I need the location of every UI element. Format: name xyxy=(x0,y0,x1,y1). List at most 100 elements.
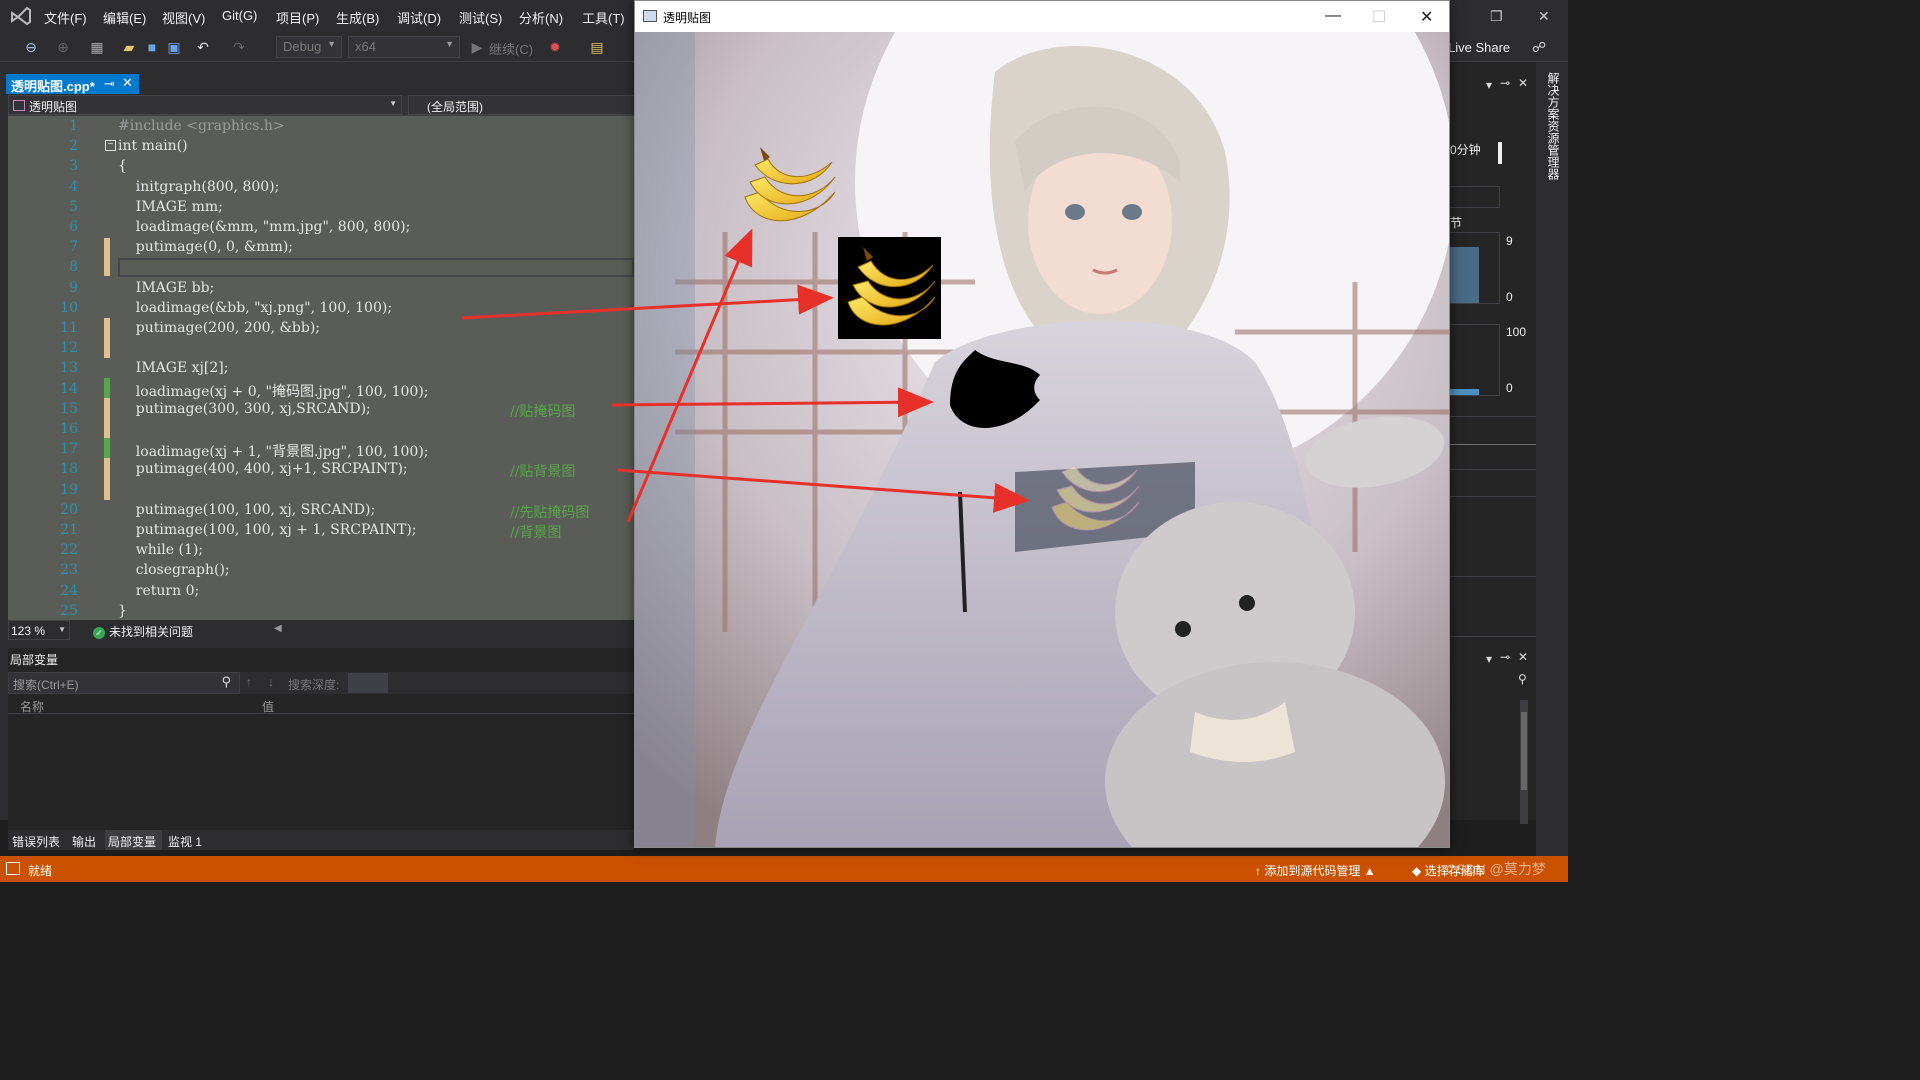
scope-dropdown[interactable]: (全局范围) xyxy=(408,95,636,115)
scroll-left-icon[interactable]: ◀ xyxy=(274,623,282,634)
tab-watch-1[interactable]: 监视 1 xyxy=(168,833,202,850)
change-marker xyxy=(104,458,110,500)
line-number: 9 xyxy=(69,279,78,296)
eye-left xyxy=(1065,204,1085,220)
folder-icon[interactable]: ▤ xyxy=(588,38,606,56)
new-project-icon[interactable]: ▦ xyxy=(88,38,106,56)
close-pane-icon[interactable]: ✕ xyxy=(1518,650,1528,664)
hot-reload-icon[interactable]: ✹ xyxy=(546,38,564,56)
close-pane-icon[interactable]: ✕ xyxy=(1518,76,1528,90)
menu-git[interactable]: Git(G) xyxy=(222,8,257,23)
solution-explorer-tab[interactable]: 解决方案资源管理器 xyxy=(1540,72,1562,180)
play-icon[interactable]: ▶ xyxy=(468,38,486,56)
close-window-icon[interactable]: ✕ xyxy=(1420,7,1433,27)
close-icon[interactable]: ✕ xyxy=(1538,8,1550,25)
menu-debug[interactable]: 调试(D) xyxy=(397,8,441,27)
code-line: putimage(300, 300, xj,SRCAND); xyxy=(118,400,371,417)
locals-search-placeholder: 搜索(Ctrl+E) xyxy=(13,678,79,692)
code-line: putimage(100, 100, xj + 1, SRCPAINT); xyxy=(118,522,417,538)
memory-chart xyxy=(1448,232,1500,304)
add-to-source-control-label: 添加到源代码管理 xyxy=(1264,864,1361,878)
open-folder-icon[interactable]: ▰ xyxy=(120,38,138,56)
config-select[interactable]: Debug ▼ xyxy=(276,36,342,58)
search-down-icon[interactable]: ↓ xyxy=(268,675,274,689)
line-number: 14 xyxy=(60,380,78,397)
document-tabstrip: 透明贴图.cpp* ⊸ ✕ xyxy=(6,74,636,94)
live-share-button[interactable]: Live Share xyxy=(1448,40,1510,55)
line-number: 23 xyxy=(60,562,78,579)
code-line: loadimage(xj + 0, "掩码图.jpg", 100, 100); xyxy=(118,383,429,400)
divider xyxy=(1448,496,1536,497)
zoom-dropdown[interactable]: 123 % ▼ xyxy=(8,620,70,640)
undo-icon[interactable]: ↶ xyxy=(194,38,212,56)
visual-studio-logo-icon xyxy=(11,6,31,26)
section-label: 节 xyxy=(1450,216,1463,230)
column-value: 值 xyxy=(262,700,275,714)
search-depth-select[interactable] xyxy=(348,673,388,693)
collapse-icon[interactable]: − xyxy=(105,140,116,151)
minimize-icon[interactable]: — xyxy=(1325,7,1341,25)
pane-dropdown-icon[interactable]: ▾ xyxy=(1486,78,1492,92)
tab-output[interactable]: 输出 xyxy=(72,833,96,850)
close-tab-icon[interactable]: ✕ xyxy=(122,75,133,91)
menu-tools[interactable]: 工具(T) xyxy=(582,8,625,27)
graphics-window: 透明贴图 — ☐ ✕ xyxy=(634,0,1450,848)
feedback-icon[interactable]: ☍ xyxy=(1530,38,1548,56)
graphics-window-titlebar: 透明贴图 — ☐ ✕ xyxy=(635,1,1449,32)
platform-select[interactable]: x64 ▼ xyxy=(348,36,460,58)
menu-build[interactable]: 生成(B) xyxy=(336,8,379,27)
change-marker xyxy=(104,318,110,358)
status-bar: 就绪 ↑ 添加到源代码管理 ▲ ◆ 选择存储库 CSDN @莫力梦 xyxy=(0,856,1568,882)
pane-dropdown-icon[interactable]: ▾ xyxy=(1486,652,1492,666)
menu-edit[interactable]: 编辑(E) xyxy=(103,8,146,27)
menu-file[interactable]: 文件(F) xyxy=(44,8,87,27)
menu-view[interactable]: 视图(V) xyxy=(162,8,205,27)
issues-indicator[interactable]: ✓ 未找到相关问题 xyxy=(93,623,193,640)
menu-analyze[interactable]: 分析(N) xyxy=(519,8,563,27)
add-to-source-control-button[interactable]: ↑ 添加到源代码管理 ▲ xyxy=(1255,862,1376,879)
scrollbar[interactable] xyxy=(1520,700,1528,824)
change-marker xyxy=(104,238,110,276)
restore-icon[interactable]: ❐ xyxy=(1490,8,1503,25)
side-tab-strip: 解决方案资源管理器 xyxy=(1536,62,1568,856)
pin-icon[interactable]: ⊸ xyxy=(1500,76,1510,90)
line-number: 2 xyxy=(69,138,78,155)
csdn-watermark: CSDN @莫力梦 xyxy=(1446,861,1546,877)
maximize-icon[interactable]: ☐ xyxy=(1372,7,1386,27)
line-number: 22 xyxy=(60,542,78,559)
code-editor[interactable]: − 1 2 3 4 5 6 7 8 9 10 11 12 13 14 15 16 17 18 19 20 21 22 23 2… xyxy=(8,116,634,620)
locals-header: 名称 值 xyxy=(8,696,634,714)
divider xyxy=(1448,444,1536,445)
document-tab[interactable]: 透明贴图.cpp* ⊸ ✕ xyxy=(6,74,139,94)
axis-tick: 100 xyxy=(1506,325,1527,339)
scope-name: (全局范围) xyxy=(427,100,483,114)
status-icon xyxy=(6,862,20,875)
code-line: IMAGE xj[2]; xyxy=(118,360,229,377)
locals-search-input[interactable]: 搜索(Ctrl+E) ⚲ xyxy=(8,672,240,694)
scrollbar-thumb[interactable] xyxy=(1521,712,1527,790)
pin-icon[interactable]: ⊸ xyxy=(104,76,115,92)
pin-icon[interactable]: ⊸ xyxy=(1500,650,1510,664)
redo-icon[interactable]: ↷ xyxy=(230,38,248,56)
divider xyxy=(1448,469,1536,470)
search-icon[interactable]: ⚲ xyxy=(1518,672,1527,686)
code-comment: //贴掩码图 xyxy=(510,403,576,420)
divider xyxy=(1448,576,1536,577)
project-dropdown[interactable]: 透明贴图 ▼ xyxy=(8,95,402,115)
save-icon[interactable]: ■ xyxy=(143,38,161,56)
code-line: #include <graphics.h> xyxy=(118,118,285,134)
forward-icon[interactable]: ⊕ xyxy=(54,38,72,56)
status-ready: 就绪 xyxy=(28,864,53,878)
window-icon xyxy=(643,10,657,22)
save-all-icon[interactable]: ▣ xyxy=(165,38,183,56)
menu-project[interactable]: 项目(P) xyxy=(276,8,319,27)
continue-button[interactable]: 继续(C) xyxy=(489,39,533,58)
search-icon: ⚲ xyxy=(221,674,231,689)
axis-tick: 9 xyxy=(1506,234,1513,248)
back-icon[interactable]: ⊖ xyxy=(22,38,40,56)
search-up-icon[interactable]: ↑ xyxy=(246,675,252,689)
tab-locals[interactable]: 局部变量 xyxy=(108,833,156,850)
menu-test[interactable]: 测试(S) xyxy=(459,8,502,27)
memory-bar xyxy=(1449,247,1479,303)
tab-error-list[interactable]: 错误列表 xyxy=(12,833,60,850)
